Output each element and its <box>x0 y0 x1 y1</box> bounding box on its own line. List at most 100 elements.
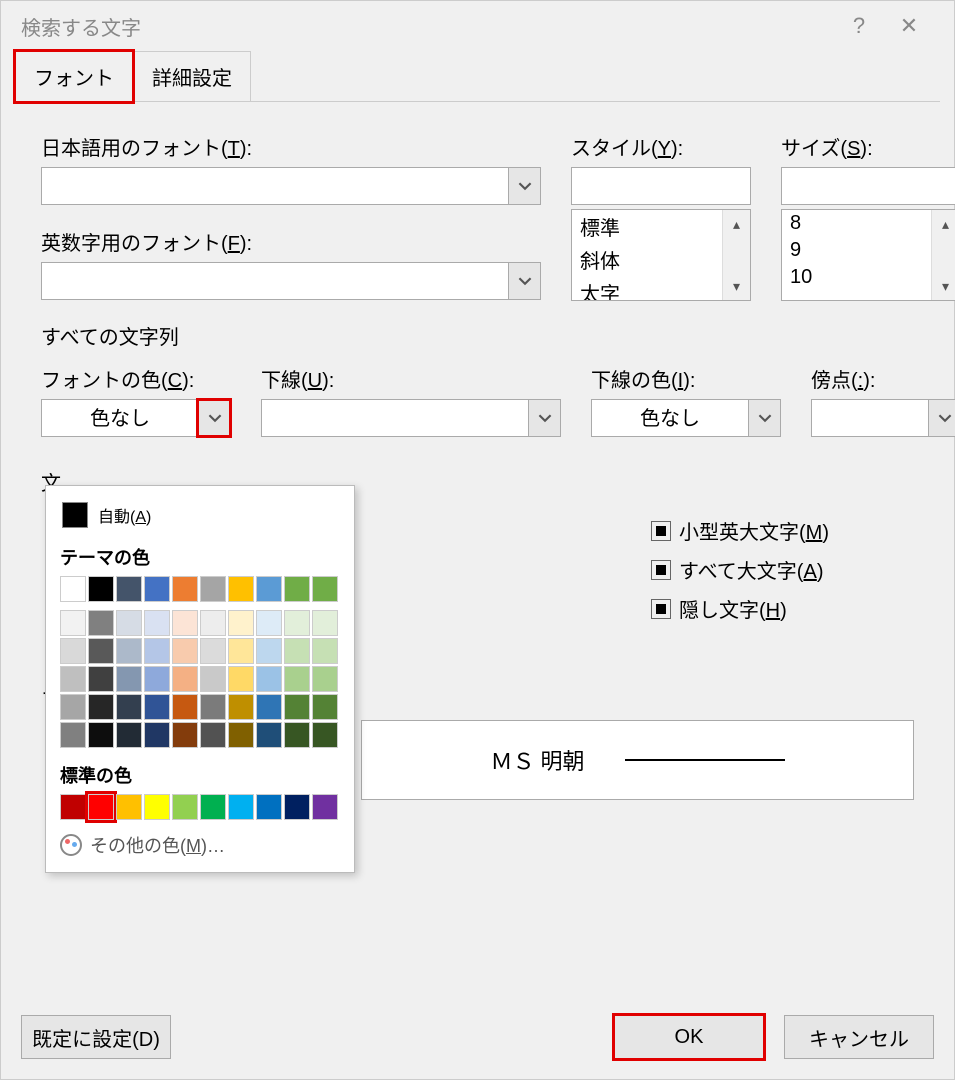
color-swatch[interactable] <box>312 638 338 664</box>
underline-combo[interactable] <box>261 399 561 437</box>
set-default-button[interactable]: 既定に設定(D) <box>21 1015 171 1059</box>
jp-font-combo[interactable] <box>41 167 541 205</box>
color-swatch[interactable] <box>116 666 142 692</box>
scrollbar[interactable]: ▴▾ <box>931 210 955 300</box>
color-swatch[interactable] <box>172 576 198 602</box>
en-font-combo[interactable] <box>41 262 541 300</box>
color-swatch[interactable] <box>172 694 198 720</box>
color-swatch[interactable] <box>284 576 310 602</box>
color-swatch[interactable] <box>256 722 282 748</box>
color-swatch[interactable] <box>60 576 86 602</box>
color-swatch[interactable] <box>88 694 114 720</box>
color-swatch[interactable] <box>256 638 282 664</box>
ok-button[interactable]: OK <box>614 1015 764 1059</box>
color-swatch[interactable] <box>284 694 310 720</box>
color-swatch[interactable] <box>256 666 282 692</box>
small-caps-checkbox[interactable]: 小型英大文字(M) <box>651 516 914 545</box>
color-swatch[interactable] <box>284 666 310 692</box>
en-font-input[interactable] <box>42 263 508 299</box>
color-swatch[interactable] <box>228 610 254 636</box>
color-swatch[interactable] <box>284 638 310 664</box>
color-swatch[interactable] <box>172 610 198 636</box>
color-swatch[interactable] <box>116 722 142 748</box>
font-color-combo[interactable]: 色なし <box>41 399 231 437</box>
color-swatch[interactable] <box>88 722 114 748</box>
color-swatch[interactable] <box>256 610 282 636</box>
color-swatch[interactable] <box>256 794 282 820</box>
color-swatch[interactable] <box>284 610 310 636</box>
color-swatch[interactable] <box>60 638 86 664</box>
underline-dropdown-button[interactable] <box>528 400 560 436</box>
color-swatch[interactable] <box>116 694 142 720</box>
color-swatch[interactable] <box>172 794 198 820</box>
all-caps-checkbox[interactable]: すべて大文字(A) <box>651 555 914 584</box>
list-item[interactable]: 8 <box>782 210 955 237</box>
jp-font-dropdown-button[interactable] <box>508 168 540 204</box>
scroll-down-icon[interactable]: ▾ <box>932 272 955 300</box>
color-swatch[interactable] <box>228 694 254 720</box>
more-colors-row[interactable]: その他の色(M)… <box>60 822 340 858</box>
scroll-down-icon[interactable]: ▾ <box>723 272 750 300</box>
color-swatch[interactable] <box>312 794 338 820</box>
underline-color-dropdown-button[interactable] <box>748 400 780 436</box>
color-swatch[interactable] <box>256 576 282 602</box>
color-swatch[interactable] <box>60 610 86 636</box>
color-swatch[interactable] <box>200 794 226 820</box>
color-swatch[interactable] <box>116 610 142 636</box>
color-swatch[interactable] <box>312 666 338 692</box>
hidden-checkbox[interactable]: 隠し文字(H) <box>651 594 914 623</box>
color-swatch[interactable] <box>256 694 282 720</box>
color-swatch[interactable] <box>312 694 338 720</box>
color-swatch[interactable] <box>172 638 198 664</box>
color-swatch[interactable] <box>312 722 338 748</box>
en-font-dropdown-button[interactable] <box>508 263 540 299</box>
color-swatch[interactable] <box>284 794 310 820</box>
color-swatch[interactable] <box>200 576 226 602</box>
color-swatch[interactable] <box>200 666 226 692</box>
font-color-dropdown-button[interactable] <box>198 400 230 436</box>
color-swatch[interactable] <box>200 694 226 720</box>
list-item[interactable]: 10 <box>782 264 955 291</box>
list-item[interactable]: 9 <box>782 237 955 264</box>
color-swatch[interactable] <box>228 638 254 664</box>
cancel-button[interactable]: キャンセル <box>784 1015 934 1059</box>
tab-font[interactable]: フォント <box>15 51 133 102</box>
color-swatch[interactable] <box>88 576 114 602</box>
scroll-up-icon[interactable]: ▴ <box>932 210 955 238</box>
color-swatch[interactable] <box>228 666 254 692</box>
emphasis-dropdown-button[interactable] <box>928 400 955 436</box>
color-swatch[interactable] <box>200 638 226 664</box>
color-swatch[interactable] <box>172 722 198 748</box>
color-swatch[interactable] <box>88 638 114 664</box>
jp-font-input[interactable] <box>42 168 508 204</box>
scroll-up-icon[interactable]: ▴ <box>723 210 750 238</box>
color-swatch[interactable] <box>312 610 338 636</box>
color-swatch[interactable] <box>60 794 86 820</box>
color-swatch[interactable] <box>60 666 86 692</box>
color-swatch[interactable] <box>116 576 142 602</box>
underline-color-combo[interactable]: 色なし <box>591 399 781 437</box>
color-swatch[interactable] <box>88 666 114 692</box>
tab-advanced[interactable]: 詳細設定 <box>133 51 251 102</box>
color-swatch[interactable] <box>144 694 170 720</box>
color-swatch[interactable] <box>284 722 310 748</box>
color-swatch[interactable] <box>144 794 170 820</box>
color-swatch[interactable] <box>172 666 198 692</box>
color-swatch[interactable] <box>144 638 170 664</box>
color-swatch[interactable] <box>228 576 254 602</box>
size-input[interactable] <box>781 167 955 205</box>
scrollbar[interactable]: ▴▾ <box>722 210 750 300</box>
color-swatch[interactable] <box>200 722 226 748</box>
color-swatch[interactable] <box>116 638 142 664</box>
color-swatch[interactable] <box>116 794 142 820</box>
color-swatch[interactable] <box>228 794 254 820</box>
auto-color-row[interactable]: 自動(A) <box>60 498 340 538</box>
color-swatch[interactable] <box>144 722 170 748</box>
color-swatch[interactable] <box>88 794 114 820</box>
color-swatch[interactable] <box>60 694 86 720</box>
color-swatch[interactable] <box>144 576 170 602</box>
style-input[interactable] <box>571 167 751 205</box>
color-swatch[interactable] <box>144 610 170 636</box>
size-listbox[interactable]: 8 9 10 ▴▾ <box>781 209 955 301</box>
color-swatch[interactable] <box>144 666 170 692</box>
